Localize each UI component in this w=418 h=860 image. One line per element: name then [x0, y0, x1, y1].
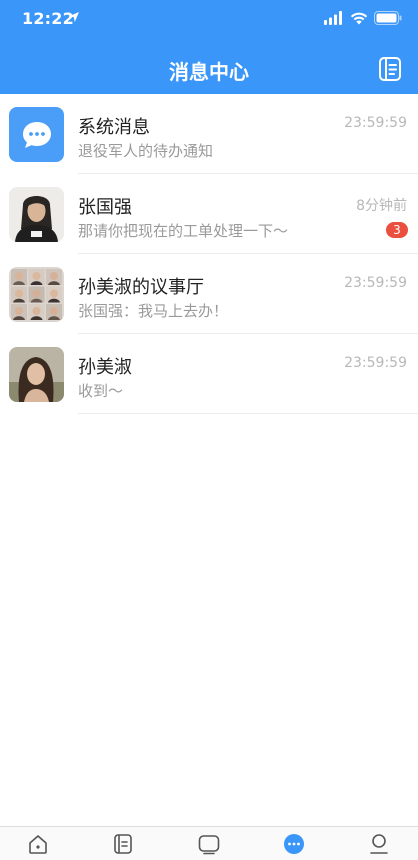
tab-profile[interactable] — [366, 832, 392, 856]
navbar: 消息中心 — [0, 46, 418, 94]
message-preview: 收到～ — [78, 382, 124, 400]
profile-icon — [370, 834, 388, 854]
status-time: 12:22 — [22, 9, 74, 28]
conversation-name: 张国强 — [78, 197, 132, 218]
tab-tv[interactable] — [196, 832, 222, 856]
contacts-book-icon[interactable] — [377, 56, 403, 82]
person-photo — [9, 187, 64, 242]
list-item-zhang-guoqiang[interactable]: 张国强 那请你把现在的工单处理一下～ 8分钟前 3 — [0, 174, 418, 254]
signal-icon — [324, 11, 342, 25]
page-title: 消息中心 — [169, 60, 249, 84]
bottom-tab-bar — [0, 826, 418, 860]
notes-icon — [114, 834, 132, 854]
list-item-system-message[interactable]: 系统消息 退役军人的待办通知 23:59:59 — [0, 94, 418, 174]
list-item-sun-meishu[interactable]: 孙美淑 收到～ 23:59:59 — [0, 334, 418, 414]
group-avatar — [9, 267, 64, 322]
message-preview: 退役军人的待办通知 — [78, 142, 214, 160]
home-icon — [29, 835, 47, 854]
status-bar: 12:22 — [0, 0, 418, 38]
location-arrow-icon — [69, 12, 79, 22]
tv-icon — [198, 835, 220, 855]
conversation-name: 系统消息 — [78, 117, 150, 138]
wifi-icon — [350, 12, 368, 25]
unread-badge: 3 — [386, 222, 408, 238]
message-time: 23:59:59 — [344, 115, 407, 131]
list-item-group-chat[interactable]: 孙美淑的议事厅 张国强：我马上去办！ 23:59:59 — [0, 254, 418, 334]
top-header: 12:22 消息中心 — [0, 0, 418, 94]
message-list: 系统消息 退役军人的待办通知 23:59:59 张国强 那请你把现在的工单处理一… — [0, 94, 418, 414]
tab-home[interactable] — [25, 832, 51, 856]
conversation-name: 孙美淑的议事厅 — [78, 277, 204, 298]
status-indicators — [324, 10, 402, 26]
message-preview: 那请你把现在的工单处理一下～ — [78, 222, 289, 240]
person-photo — [9, 347, 64, 402]
divider — [78, 413, 418, 414]
conversation-name: 孙美淑 — [78, 357, 132, 378]
messages-icon — [284, 834, 304, 854]
message-time: 8分钟前 — [356, 198, 407, 214]
tab-messages[interactable] — [281, 832, 307, 856]
group-photo-grid — [9, 267, 64, 322]
avatar — [9, 347, 64, 402]
avatar — [9, 187, 64, 242]
battery-icon — [374, 11, 402, 25]
message-time: 23:59:59 — [344, 355, 407, 371]
tab-notes[interactable] — [110, 832, 136, 856]
message-time: 23:59:59 — [344, 275, 407, 291]
chat-bubble-icon — [22, 121, 51, 148]
system-message-avatar — [9, 107, 64, 162]
message-preview: 张国强：我马上去办！ — [78, 302, 229, 320]
